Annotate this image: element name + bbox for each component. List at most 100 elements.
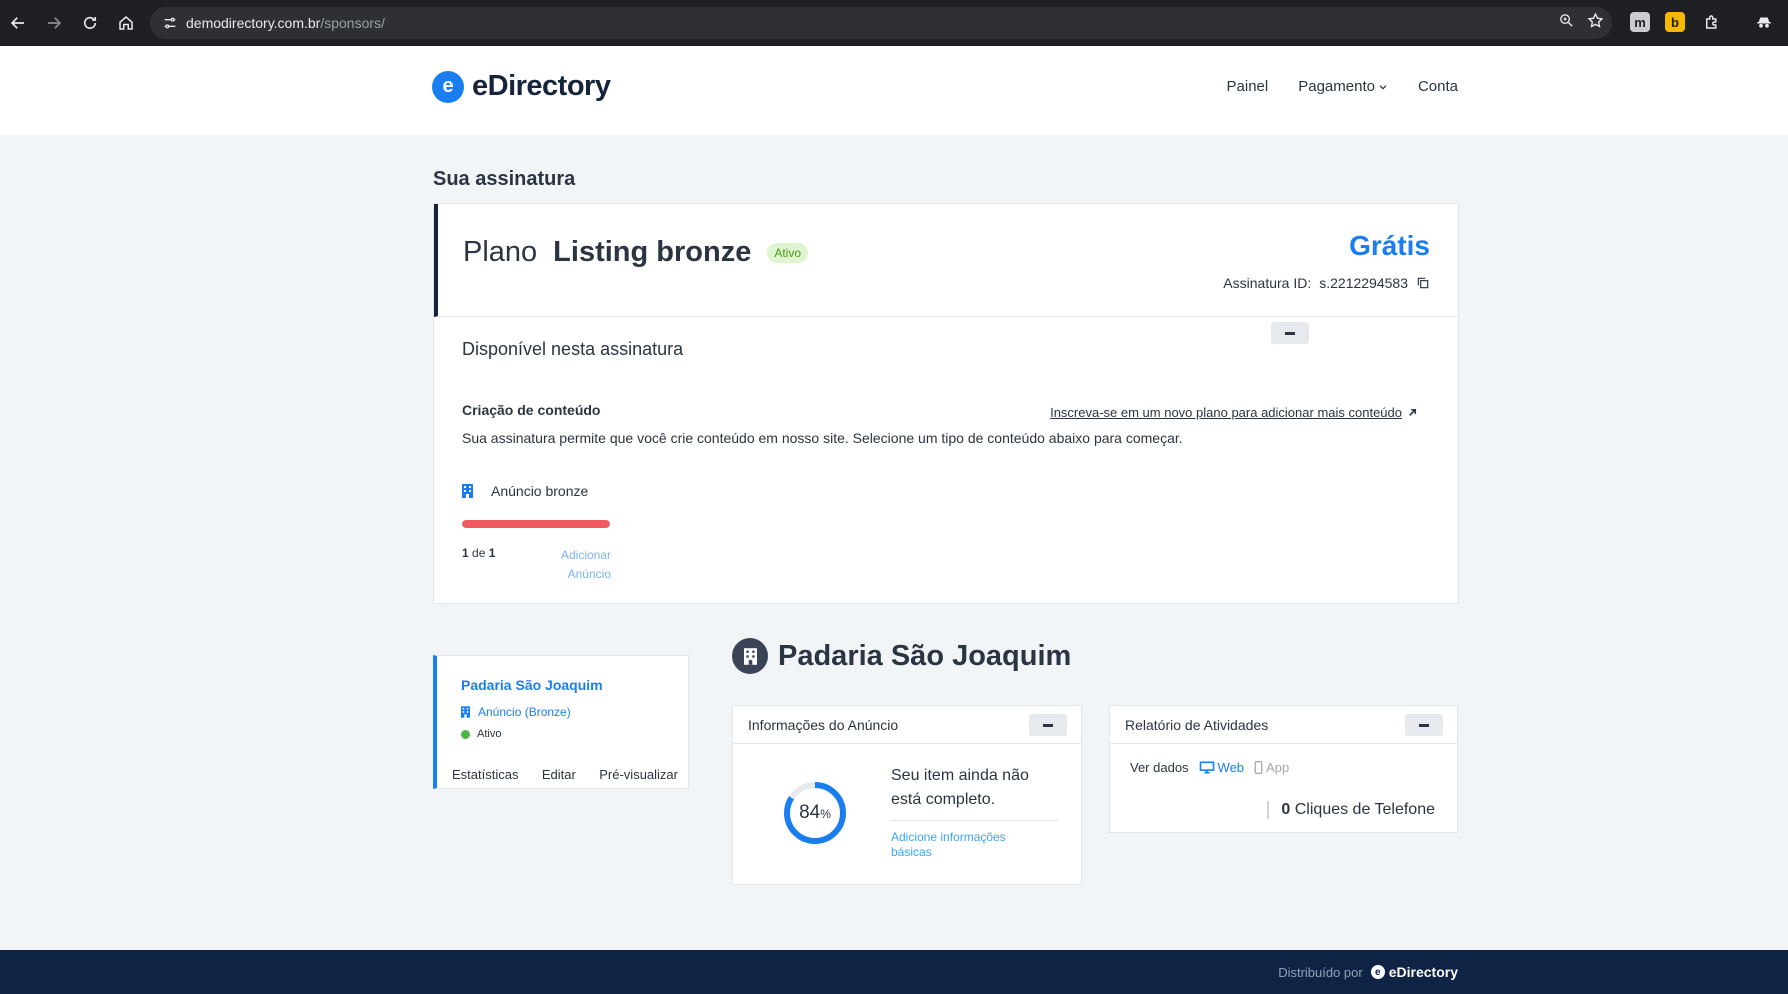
listing-summary-status-label: Ativo: [477, 728, 502, 740]
site-footer: Distribuído por e eDirectory: [0, 950, 1788, 994]
usage-count-total: 1: [488, 546, 496, 560]
add-listing-link[interactable]: Adicionar Anúncio: [546, 546, 611, 584]
nav-conta[interactable]: Conta: [1418, 78, 1458, 95]
listing-title-text: Padaria São Joaquim: [778, 639, 1072, 672]
footer-logo-mark-icon: e: [1370, 965, 1385, 979]
copy-icon[interactable]: [1416, 276, 1430, 290]
content-description: Sua assinatura permite que você crie con…: [462, 430, 1183, 446]
extension-m-label: m: [1634, 14, 1646, 30]
plan-name: Listing bronze: [553, 236, 752, 268]
forward-icon[interactable]: [36, 5, 72, 41]
usage-count-used: 1: [462, 546, 469, 560]
ad-type-label: Anúncio bronze: [491, 483, 589, 499]
listing-info-card: Informações do Anúncio 84% Seu item aind…: [732, 705, 1082, 885]
extension-b-label: b: [1671, 14, 1679, 30]
listing-title: Padaria São Joaquim: [732, 638, 1071, 674]
completion-message: Seu item ainda não está completo.: [891, 767, 1029, 808]
site-header: e eDirectory Painel Pagamento Conta: [0, 46, 1788, 135]
plan-price: Grátis: [1349, 230, 1430, 261]
data-source-toggle: Ver dados Web App: [1130, 760, 1289, 775]
ad-type-row: Anúncio bronze: [462, 483, 588, 499]
bookmark-star-icon[interactable]: [1587, 12, 1604, 34]
app-toggle[interactable]: App: [1254, 760, 1289, 775]
phone-clicks-label: Cliques de Telefone: [1294, 801, 1435, 818]
status-dot-icon: [461, 729, 470, 739]
site-logo[interactable]: e eDirectory: [432, 70, 611, 103]
reload-icon[interactable]: [72, 5, 108, 41]
listing-summary-type-label: Anúncio (Bronze): [478, 705, 571, 719]
completion-percent-value: 84: [799, 802, 821, 823]
phone-clicks-value: 0: [1281, 801, 1291, 818]
zoom-icon[interactable]: [1558, 12, 1575, 34]
preview-link[interactable]: Pré-visualizar: [599, 767, 678, 782]
footer-logo[interactable]: e eDirectory: [1370, 964, 1458, 980]
edit-link[interactable]: Editar: [542, 767, 576, 782]
url-host: demodirectory.com.br: [186, 15, 321, 31]
collapse-available-button[interactable]: [1271, 322, 1309, 344]
add-basic-info-link[interactable]: Adicione informações básicas: [891, 830, 1031, 860]
nav-pagamento-label: Pagamento: [1298, 78, 1375, 95]
footer-brand: eDirectory: [1388, 964, 1458, 980]
listing-summary-status: Ativo: [461, 728, 501, 740]
app-toggle-label: App: [1266, 760, 1290, 775]
phone-clicks-stat: 0 Cliques de Telefone: [1267, 801, 1435, 819]
chevron-down-icon: [1379, 84, 1387, 90]
profile-incognito-icon[interactable]: [1754, 12, 1774, 32]
url-text: demodirectory.com.br/sponsors/: [186, 15, 385, 31]
listing-summary-type: Anúncio (Bronze): [461, 705, 571, 719]
site-settings-icon[interactable]: [154, 7, 186, 39]
building-icon: [462, 484, 473, 498]
building-icon: [461, 706, 470, 718]
address-bar[interactable]: demodirectory.com.br/sponsors/: [150, 7, 1612, 39]
nav-painel[interactable]: Painel: [1227, 78, 1269, 95]
plan-title: Plano Listing bronze Ativo: [463, 236, 809, 269]
web-toggle[interactable]: Web: [1199, 760, 1245, 775]
collapse-info-button[interactable]: [1029, 714, 1067, 736]
view-data-label: Ver dados: [1130, 760, 1189, 775]
logo-text: eDirectory: [472, 70, 611, 102]
back-icon[interactable]: [0, 5, 36, 41]
completion-percent-sign: %: [820, 807, 831, 821]
subscription-card: Plano Listing bronze Ativo Grátis Assina…: [433, 203, 1459, 604]
activity-report-header: Relatório de Atividades: [1110, 706, 1457, 744]
extensions-puzzle-icon[interactable]: [1702, 12, 1722, 32]
upgrade-plan-link[interactable]: Inscreva-se em um novo plano para adicio…: [1050, 405, 1418, 420]
logo-mark-icon: e: [432, 70, 464, 103]
browser-toolbar: demodirectory.com.br/sponsors/ m b: [0, 0, 1788, 46]
footer-powered-by: Distribuído por: [1278, 964, 1363, 980]
usage-progress-bar: [462, 520, 610, 528]
section-title: Sua assinatura: [433, 168, 576, 190]
activity-report-title: Relatório de Atividades: [1125, 717, 1269, 733]
listing-summary-name[interactable]: Padaria São Joaquim: [461, 677, 603, 693]
subscription-id: Assinatura ID: s.2212294583: [1223, 275, 1430, 291]
nav-pagamento[interactable]: Pagamento: [1298, 78, 1388, 95]
web-toggle-label: Web: [1217, 760, 1245, 775]
divider: [891, 820, 1059, 821]
upgrade-plan-link-label: Inscreva-se em um novo plano para adicio…: [1050, 405, 1402, 420]
desktop-icon: [1199, 761, 1214, 774]
usage-count-sep: de: [472, 546, 486, 560]
listing-info-title: Informações do Anúncio: [748, 717, 899, 733]
top-nav: Painel Pagamento Conta: [1227, 78, 1458, 95]
status-badge: Ativo: [767, 242, 809, 263]
activity-report-card: Relatório de Atividades Ver dados Web Ap…: [1109, 705, 1458, 833]
extension-m-icon[interactable]: m: [1630, 12, 1650, 32]
usage-progress-fill: [462, 520, 610, 528]
home-icon[interactable]: [108, 5, 144, 41]
listing-summary-actions: Estatísticas Editar Pré-visualizar: [452, 767, 678, 782]
plan-header: Plano Listing bronze Ativo Grátis Assina…: [434, 204, 1458, 317]
content-creation-title: Criação de conteúdo: [462, 402, 601, 418]
subscription-id-label: Assinatura ID:: [1223, 275, 1312, 291]
available-title: Disponível nesta assinatura: [462, 339, 684, 359]
extension-b-icon[interactable]: b: [1665, 12, 1685, 32]
listing-summary-card[interactable]: Padaria São Joaquim Anúncio (Bronze) Ati…: [433, 655, 689, 789]
subscription-id-value: s.2212294583: [1319, 275, 1408, 291]
collapse-report-button[interactable]: [1405, 714, 1443, 736]
stats-link[interactable]: Estatísticas: [452, 767, 518, 782]
usage-count: 1 de 1: [462, 546, 495, 560]
completion-percent: 84%: [783, 802, 847, 824]
url-path: /sponsors/: [320, 15, 385, 31]
listing-building-icon: [732, 638, 768, 674]
plan-prefix: Plano: [463, 236, 538, 268]
listing-info-header: Informações do Anúncio: [733, 706, 1081, 744]
